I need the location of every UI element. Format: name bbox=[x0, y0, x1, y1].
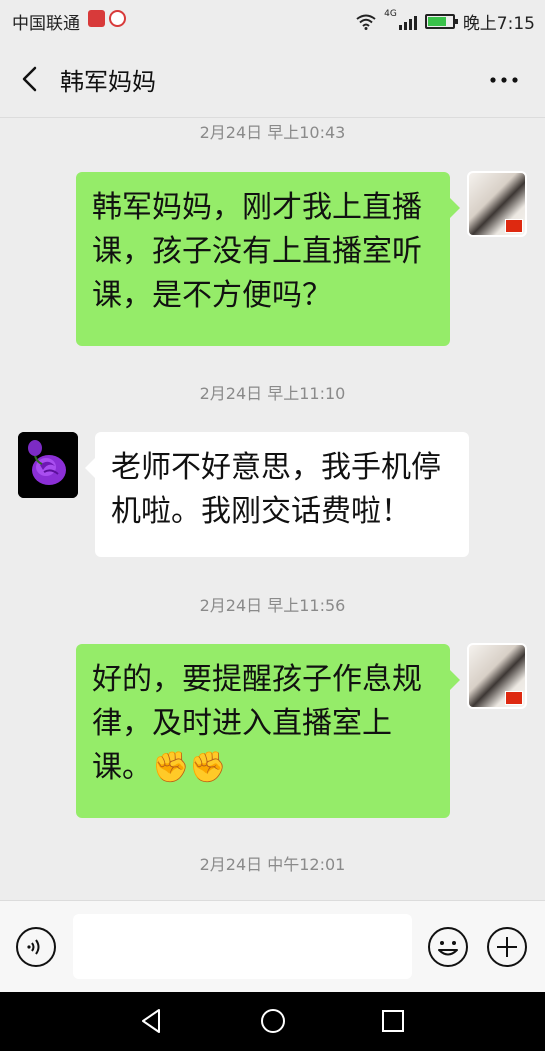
nav-home-button[interactable] bbox=[258, 1006, 288, 1036]
plus-circle-icon bbox=[487, 927, 527, 967]
contact-avatar[interactable] bbox=[18, 432, 78, 498]
message-line: 律，及时进入直播室上 bbox=[92, 706, 392, 741]
message-line: 课，孩子没有上直播室听 bbox=[92, 234, 422, 269]
message-bubble-sent[interactable]: 韩军妈妈，刚才我上直播 课，孩子没有上直播室听 课，是不方便吗？ bbox=[76, 172, 460, 346]
network-type: 4G bbox=[384, 9, 397, 19]
message-line-text: 课。 bbox=[92, 750, 152, 785]
message-line: 韩军妈妈，刚才我上直播 bbox=[92, 190, 422, 225]
message-timestamp: 2月24日 早上11:56 bbox=[199, 596, 346, 615]
app-notification-icon bbox=[88, 10, 105, 27]
signal-icon bbox=[398, 14, 417, 30]
triangle-back-icon bbox=[142, 1009, 160, 1033]
message-timestamp: 2月24日 中午12:01 bbox=[199, 855, 346, 874]
nav-recents-button[interactable] bbox=[378, 1006, 408, 1036]
chat-header: 韩军妈妈 bbox=[0, 40, 545, 118]
notification-icons bbox=[88, 10, 126, 27]
carrier-name: 中国联通 bbox=[12, 14, 80, 34]
square-recents-icon bbox=[382, 1010, 404, 1032]
my-avatar[interactable] bbox=[467, 171, 527, 237]
battery-icon bbox=[424, 14, 458, 29]
more-button[interactable] bbox=[487, 66, 521, 94]
nav-back-button[interactable] bbox=[137, 1006, 167, 1036]
my-avatar[interactable] bbox=[467, 643, 527, 709]
chevron-left-icon bbox=[22, 66, 37, 92]
status-indicators: 4G 晚上7:15 bbox=[356, 9, 535, 34]
emoji-button[interactable] bbox=[427, 926, 469, 968]
message-bubble-received[interactable]: 老师不好意思，我手机停 机啦。我刚交话费啦！ bbox=[85, 432, 469, 557]
message-line: 老师不好意思，我手机停 bbox=[111, 450, 441, 485]
voice-icon bbox=[16, 927, 56, 967]
flag-icon bbox=[505, 219, 523, 233]
system-nav-bar bbox=[0, 992, 545, 1051]
app-notification-icon bbox=[109, 10, 126, 27]
fist-emoji: ✊✊ bbox=[152, 750, 227, 785]
wifi-icon bbox=[356, 14, 376, 30]
flag-icon bbox=[505, 691, 523, 705]
message-timestamp: 2月24日 早上11:10 bbox=[199, 384, 346, 403]
message-line: 课。✊✊ bbox=[92, 746, 436, 790]
smiley-icon bbox=[428, 927, 468, 967]
rose-icon bbox=[18, 432, 78, 498]
more-horizontal-icon bbox=[490, 77, 518, 83]
status-bar: 中国联通 4G 晚上7:15 bbox=[0, 0, 545, 40]
message-input-bar bbox=[0, 900, 545, 992]
message-input[interactable] bbox=[73, 914, 412, 979]
more-functions-button[interactable] bbox=[486, 926, 528, 968]
message-line: 课，是不方便吗？ bbox=[92, 278, 332, 313]
circle-home-icon bbox=[261, 1009, 285, 1033]
message-bubble-sent[interactable]: 好的，要提醒孩子作息规 律，及时进入直播室上 课。✊✊ bbox=[76, 644, 460, 818]
back-button[interactable] bbox=[14, 62, 48, 96]
message-timestamp: 2月24日 早上10:43 bbox=[199, 123, 346, 142]
clock: 晚上7:15 bbox=[462, 14, 535, 34]
voice-button[interactable] bbox=[15, 926, 57, 968]
message-line: 机啦。我刚交话费啦！ bbox=[111, 494, 411, 529]
chat-title: 韩军妈妈 bbox=[60, 68, 156, 96]
message-line: 好的，要提醒孩子作息规 bbox=[92, 662, 422, 697]
